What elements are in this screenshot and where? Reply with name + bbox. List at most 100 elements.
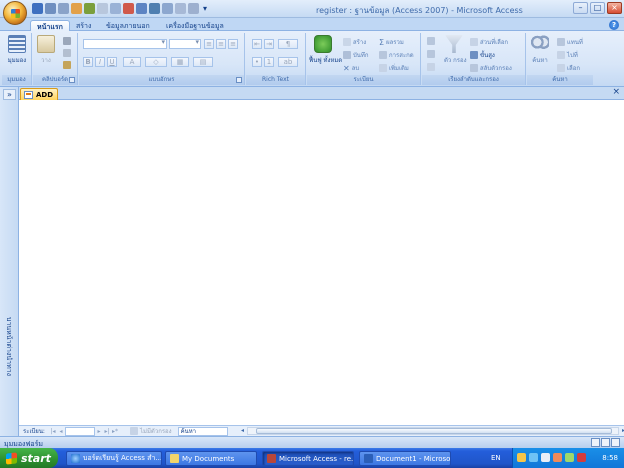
volume-icon[interactable] bbox=[541, 453, 550, 462]
highlight-icon[interactable]: ab bbox=[278, 57, 298, 67]
form-view-icon[interactable] bbox=[591, 438, 600, 447]
font-size-combo[interactable] bbox=[169, 38, 201, 49]
close-button[interactable]: × bbox=[607, 2, 622, 14]
spelling-button[interactable]: การสะกด bbox=[379, 50, 414, 60]
report-icon[interactable] bbox=[84, 3, 95, 14]
layout-view-icon[interactable] bbox=[601, 438, 610, 447]
sort-ascending-icon[interactable] bbox=[427, 37, 435, 45]
security-icon[interactable] bbox=[553, 453, 562, 462]
views-button[interactable]: มุมมอง bbox=[5, 35, 29, 65]
clipboard-launcher-icon[interactable] bbox=[69, 77, 75, 83]
group-label-rich-text: Rich Text bbox=[246, 75, 305, 85]
font-name-combo[interactable] bbox=[83, 38, 167, 49]
gridlines-icon[interactable]: ▦ bbox=[171, 57, 189, 67]
expand-nav-pane-icon[interactable]: » bbox=[3, 89, 16, 100]
paragraph-direction-icon[interactable]: ¶ bbox=[278, 39, 298, 49]
clear-sort-icon[interactable] bbox=[427, 63, 435, 71]
increase-indent-icon[interactable]: ⇥ bbox=[264, 39, 274, 49]
network-icon[interactable] bbox=[529, 453, 538, 462]
save-icon[interactable] bbox=[32, 3, 43, 14]
antivirus-icon[interactable] bbox=[577, 453, 586, 462]
alternate-fill-icon[interactable]: ▤ bbox=[193, 57, 213, 67]
more-button[interactable]: เพิ่มเติม bbox=[379, 63, 409, 73]
first-record-icon[interactable]: |◂ bbox=[49, 428, 57, 435]
undo-icon[interactable] bbox=[45, 3, 56, 14]
filter-button[interactable]: ตัว กรอง bbox=[444, 35, 467, 65]
office-button[interactable] bbox=[3, 1, 27, 25]
next-record-icon[interactable]: ▸ bbox=[95, 428, 103, 435]
maximize-button[interactable]: □ bbox=[590, 2, 605, 14]
chart-icon[interactable] bbox=[123, 3, 134, 14]
bullets-icon[interactable]: • bbox=[252, 57, 262, 67]
navigation-pane[interactable]: » บานหน้าต่างนำทาง bbox=[0, 87, 19, 436]
delete-icon: ✕ bbox=[343, 63, 350, 73]
underline-icon[interactable]: U bbox=[107, 57, 117, 67]
taskbar-item-my-documents[interactable]: My Documents bbox=[165, 451, 257, 466]
current-record-field[interactable] bbox=[65, 426, 95, 436]
find-button[interactable]: ค้นหา bbox=[530, 35, 550, 65]
no-filter-indicator[interactable]: ไม่มีตัวกรอง bbox=[127, 426, 175, 436]
taskbar-item-ie[interactable]: บอร์ดเรียนรู้ Access สำ... bbox=[66, 451, 162, 466]
cut-icon[interactable] bbox=[63, 37, 71, 45]
customize-qat-icon[interactable]: ▾ bbox=[203, 3, 207, 14]
bold-icon[interactable]: B bbox=[83, 57, 93, 67]
relationships-icon[interactable] bbox=[149, 3, 160, 14]
tab-home[interactable]: หน้าแรก bbox=[30, 20, 70, 31]
format-painter-icon[interactable] bbox=[63, 61, 71, 69]
scroll-left-icon[interactable]: ◂ bbox=[241, 427, 244, 434]
document-tab-add[interactable]: ADD bbox=[20, 88, 58, 100]
refresh-all-button[interactable]: ฟื้นฟู ทั้งหมด bbox=[309, 35, 342, 65]
design-icon[interactable] bbox=[136, 3, 147, 14]
align-left-icon[interactable]: ≡ bbox=[204, 39, 214, 49]
delete-record-button[interactable]: ✕ ลบ bbox=[343, 63, 359, 73]
new-record-button[interactable]: สร้าง bbox=[343, 37, 366, 47]
sql-icon[interactable] bbox=[162, 3, 173, 14]
last-record-icon[interactable]: ▸| bbox=[103, 428, 111, 435]
toggle-filter-button[interactable]: สลับตัวกรอง bbox=[470, 63, 512, 73]
replace-button[interactable]: แทนที่ bbox=[557, 37, 583, 47]
previous-record-icon[interactable]: ◂ bbox=[57, 428, 65, 435]
print-icon[interactable] bbox=[188, 3, 199, 14]
form-icon[interactable] bbox=[71, 3, 82, 14]
update-icon[interactable] bbox=[565, 453, 574, 462]
select-button[interactable]: เลือก bbox=[557, 63, 580, 73]
tab-external-data[interactable]: ข้อมูลภายนอก bbox=[100, 20, 156, 31]
paste-button[interactable]: วาง bbox=[37, 35, 55, 65]
query-icon[interactable] bbox=[97, 3, 108, 14]
new-record-nav-icon[interactable]: ▸* bbox=[111, 428, 119, 435]
italic-icon[interactable]: I bbox=[95, 57, 105, 67]
goto-button[interactable]: ไปที่ bbox=[557, 50, 578, 60]
minimize-button[interactable]: – bbox=[573, 2, 588, 14]
font-color-icon[interactable]: A bbox=[123, 57, 141, 67]
taskbar-item-word[interactable]: Document1 - Microsof... bbox=[359, 451, 451, 466]
taskbar-item-access[interactable]: Microsoft Access - re... bbox=[262, 451, 354, 466]
advanced-button[interactable]: ขั้นสูง bbox=[470, 50, 495, 60]
decrease-indent-icon[interactable]: ⇤ bbox=[252, 39, 262, 49]
tab-create[interactable]: สร้าง bbox=[70, 20, 97, 31]
form-workspace[interactable] bbox=[19, 100, 624, 425]
messenger-icon[interactable] bbox=[517, 453, 526, 462]
window-controls: – □ × bbox=[573, 2, 622, 14]
spell-icon[interactable] bbox=[175, 3, 186, 14]
fill-color-icon[interactable]: ◇ bbox=[145, 57, 167, 67]
copy-icon[interactable] bbox=[63, 49, 71, 57]
align-right-icon[interactable]: ≡ bbox=[228, 39, 238, 49]
start-button[interactable]: start bbox=[0, 448, 58, 468]
redo-icon[interactable] bbox=[58, 3, 69, 14]
language-indicator[interactable]: EN bbox=[491, 454, 501, 462]
font-launcher-icon[interactable] bbox=[236, 77, 242, 83]
save-record-button[interactable]: บันทึก bbox=[343, 50, 369, 60]
totals-button[interactable]: Σ ผลรวม bbox=[379, 37, 404, 47]
horizontal-scrollbar[interactable]: ◂ ▸ bbox=[241, 427, 624, 435]
align-center-icon[interactable]: ≡ bbox=[216, 39, 226, 49]
tab-database-tools[interactable]: เครื่องมือฐานข้อมูล bbox=[160, 20, 230, 31]
design-view-icon[interactable] bbox=[611, 438, 620, 447]
scrollbar-thumb[interactable] bbox=[256, 428, 612, 434]
close-document-icon[interactable]: × bbox=[612, 87, 620, 97]
numbering-icon[interactable]: 1 bbox=[264, 57, 274, 67]
help-icon[interactable]: ? bbox=[609, 20, 619, 30]
sort-descending-icon[interactable] bbox=[427, 50, 435, 58]
table-icon[interactable] bbox=[110, 3, 121, 14]
record-search-input[interactable]: ค้นหา bbox=[177, 426, 228, 436]
selection-button[interactable]: ส่วนที่เลือก bbox=[470, 37, 508, 47]
